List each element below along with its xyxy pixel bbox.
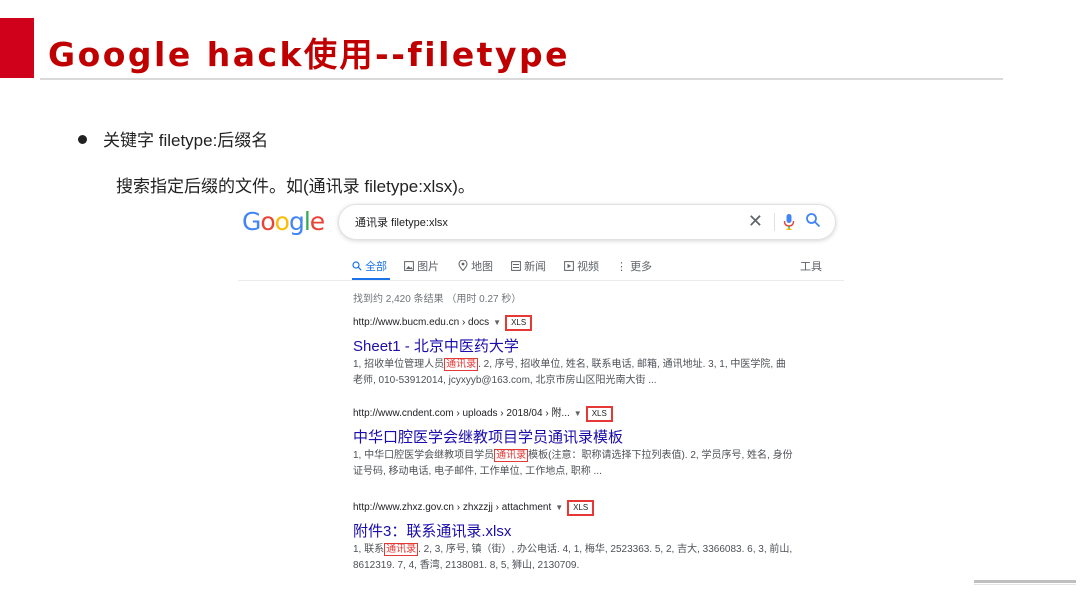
result-stats: 找到约 2,420 条结果 （用时 0.27 秒） [353,294,522,305]
logo-letter: G [242,207,261,236]
keyword-highlight: 通讯录 [494,449,529,462]
search-result: http://www.bucm.edu.cn › docs ▼ XLS Sheet1… [353,315,793,389]
tab-more[interactable]: ⋮ 更多 [616,258,652,274]
search-divider [774,213,775,231]
keyword-highlight: 通讯录 [384,543,419,556]
result-snippet: 1, 联系 通讯录. 2, 3, 序号, 镇（街）, 办公电话. 4, 1, 梅华… [353,543,793,571]
dropdown-arrow-icon[interactable]: ▼ [555,503,563,512]
logo-letter: o [274,207,290,236]
corner-decoration [974,584,1076,585]
tools-button[interactable]: 工具 [800,258,822,274]
result-url[interactable]: http://www.bucm.edu.cn › docs ▼ XLS [353,315,793,331]
result-url[interactable]: http://www.cndent.com › uploads › 2018/0… [353,406,793,422]
corner-decoration [974,580,1076,583]
tab-images[interactable]: 图片 [404,258,439,274]
logo-letter: g [288,207,305,236]
title-divider [40,78,1003,80]
image-icon [404,261,414,271]
search-input[interactable]: 通讯录 filetype:xlsx [355,214,448,230]
clear-icon[interactable]: ✕ [748,211,763,231]
file-type-badge: XLS [567,500,595,516]
video-icon [564,261,574,271]
result-title[interactable]: 中华口腔医学会继教项目学员通讯录模板 [353,426,793,447]
file-type-badge: XLS [585,406,613,422]
result-title[interactable]: Sheet1 - 北京中医药大学 [353,335,793,356]
more-icon: ⋮ [616,261,627,273]
tabs-divider [238,280,844,281]
result-title[interactable]: 附件3：联系通讯录.xlsx [353,520,793,541]
tab-all[interactable]: 全部 [352,258,390,281]
dropdown-arrow-icon[interactable]: ▼ [493,318,501,327]
accent-bar [0,18,34,78]
tab-videos[interactable]: 视频 [564,258,599,274]
microphone-icon[interactable] [783,213,795,231]
google-screenshot: Google 通讯录 filetype:xlsx ✕ 全部 图片 地图 新闻 视… [238,200,844,580]
tab-news[interactable]: 新闻 [511,258,546,274]
bullet-text: 关键字 filetype:后缀名 [103,131,269,150]
logo-letter: o [260,207,275,236]
search-tabs: 全部 图片 地图 新闻 视频 ⋮ 更多 工具 [352,258,822,282]
search-icon [352,261,362,271]
tab-maps[interactable]: 地图 [458,258,493,274]
news-icon [511,261,521,271]
search-result: http://www.cndent.com › uploads › 2018/0… [353,406,793,480]
search-result: http://www.zhxz.gov.cn › zhxzzjj › attac… [353,500,793,574]
search-icon[interactable] [805,212,821,228]
result-snippet: 1, 中华口腔医学会继教项目学员 通讯录 模板(注意：职称请选择下拉列表值). 2,… [353,449,793,477]
search-box[interactable]: 通讯录 filetype:xlsx ✕ [338,204,836,240]
keyword-highlight: 通讯录 [444,358,479,371]
dropdown-arrow-icon[interactable]: ▼ [574,409,582,418]
bullet-dot-icon [78,135,87,145]
result-snippet: 1, 招收单位管理人员 通讯录. 2, 序号, 招收单位, 姓名, 联系电话, 邮… [353,358,786,386]
file-type-badge: XLS [505,315,533,331]
description: 搜索指定后缀的文件。如(通讯录 filetype:xlsx)。 [116,177,475,196]
logo-letter: e [309,207,325,236]
map-pin-icon [458,259,468,272]
google-logo[interactable]: Google [242,207,325,236]
slide-title: Google hack使用--filetype [48,35,571,74]
bullet-point: 关键字 filetype:后缀名 [78,126,268,151]
result-url[interactable]: http://www.zhxz.gov.cn › zhxzzjj › attac… [353,500,793,516]
